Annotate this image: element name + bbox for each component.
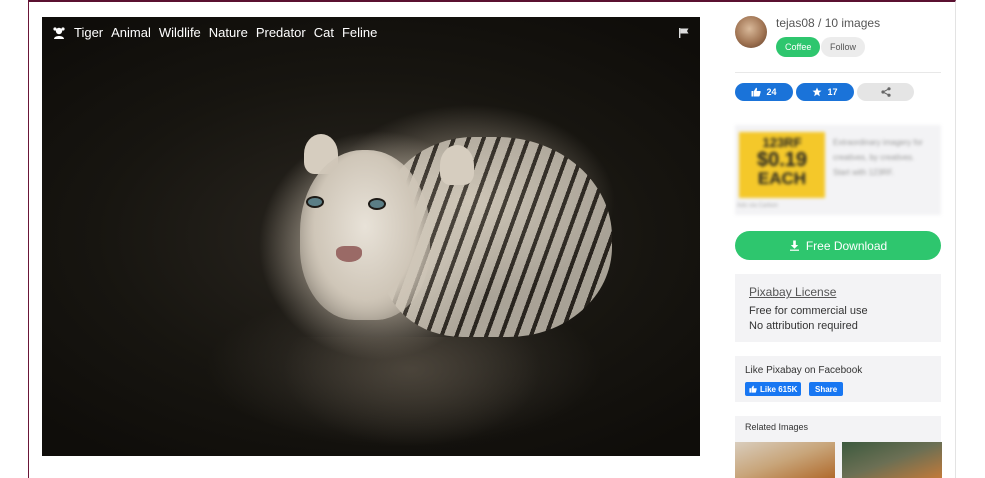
like-button[interactable]: 24 xyxy=(735,83,793,101)
tag-link[interactable]: Predator xyxy=(256,25,306,40)
license-link[interactable]: Pixabay License xyxy=(749,285,836,299)
facebook-box: Like Pixabay on Facebook Like 615K Share xyxy=(735,356,941,402)
ad-banner: 123RF $0.19 EACH xyxy=(739,132,825,198)
tiger-head xyxy=(300,150,430,320)
tiger-ear-right xyxy=(440,145,474,185)
water-reflection xyxy=(282,337,542,447)
author-name[interactable]: tejas08 / 10 images xyxy=(776,16,880,30)
share-button[interactable] xyxy=(857,83,914,101)
avatar[interactable] xyxy=(735,16,767,48)
related-thumbnail[interactable] xyxy=(842,442,942,478)
coffee-button[interactable]: Coffee xyxy=(776,37,821,57)
divider xyxy=(735,72,941,73)
ad-text: Extraordinary imagery for creatives, by … xyxy=(833,138,923,177)
tag-link[interactable]: Tiger xyxy=(74,25,103,40)
sponsored-ad[interactable]: 123RF $0.19 EACH Extraordinary imagery f… xyxy=(735,125,941,215)
tag-list: Tiger Animal Wildlife Nature Predator Ca… xyxy=(52,25,377,40)
related-thumbnail[interactable] xyxy=(735,442,835,478)
follow-button[interactable]: Follow xyxy=(821,37,866,57)
license-box: Pixabay License Free for commercial use … xyxy=(735,274,941,342)
ad-each: EACH xyxy=(757,169,807,188)
license-line: No attribution required xyxy=(749,320,858,332)
tag-link[interactable]: Nature xyxy=(209,25,248,40)
thumbs-up-icon xyxy=(751,87,762,97)
tiger-nose xyxy=(336,246,362,262)
ad-price: $0.19 xyxy=(756,149,808,171)
tag-link[interactable]: Wildlife xyxy=(159,25,201,40)
related-title: Related Images xyxy=(745,422,809,432)
download-label: Free Download xyxy=(805,238,888,253)
free-download-button[interactable]: Free Download xyxy=(735,231,941,260)
favorite-count: 17 xyxy=(827,87,838,97)
star-icon xyxy=(812,87,822,97)
download-icon xyxy=(789,240,799,251)
tag-icon xyxy=(53,26,65,39)
tiger-eye-left xyxy=(306,196,324,208)
tiger-eye-right xyxy=(368,198,386,210)
tag-link[interactable]: Feline xyxy=(342,25,377,40)
related-images: Related Images xyxy=(735,416,942,478)
ad-brand: 123RF xyxy=(762,135,802,150)
thumbs-up-icon xyxy=(749,385,757,393)
ad-footnote[interactable]: Ads via Carbon xyxy=(737,203,778,209)
tag-link[interactable]: Animal xyxy=(111,25,151,40)
tag-link[interactable]: Cat xyxy=(314,25,334,40)
facebook-like-label: Like 615K xyxy=(760,384,798,394)
share-icon xyxy=(880,87,891,97)
facebook-share-button[interactable]: Share xyxy=(809,382,844,396)
like-count: 24 xyxy=(766,87,777,97)
flag-icon[interactable] xyxy=(678,27,690,39)
main-photo[interactable] xyxy=(42,17,700,456)
facebook-title: Like Pixabay on Facebook xyxy=(745,365,863,376)
favorite-button[interactable]: 17 xyxy=(796,83,854,101)
facebook-like-button[interactable]: Like 615K xyxy=(745,382,802,396)
license-line: Free for commercial use xyxy=(749,305,868,317)
